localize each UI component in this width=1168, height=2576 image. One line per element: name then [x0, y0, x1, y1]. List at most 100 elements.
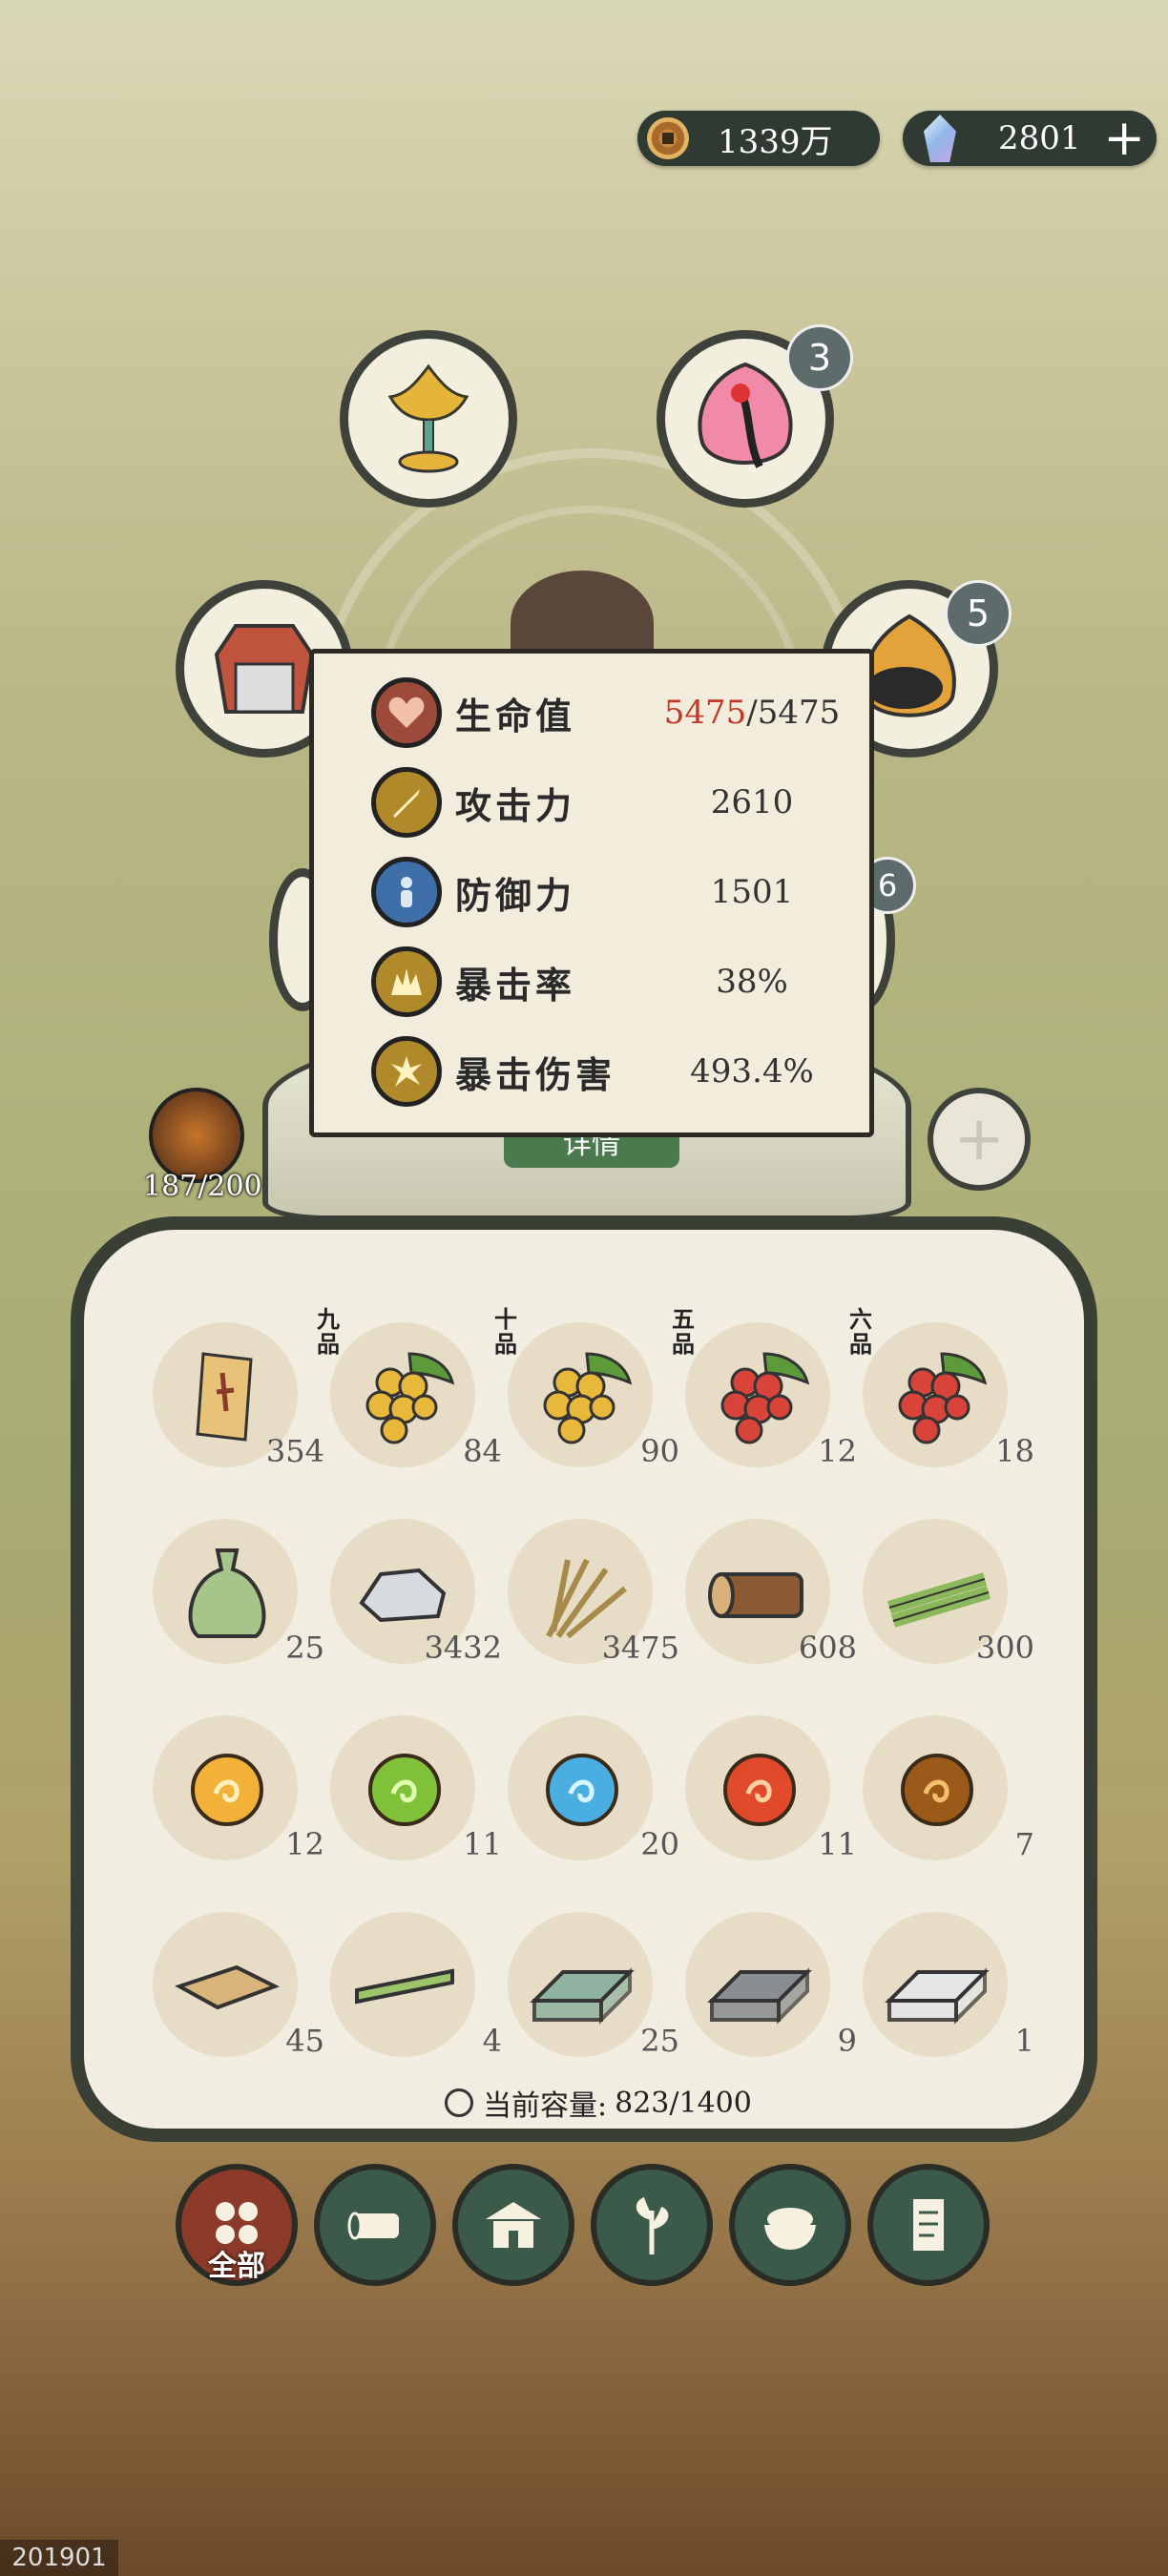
tab-herb-tab[interactable] [591, 2164, 713, 2286]
inventory-item[interactable]: 九品 84 [317, 1307, 502, 1473]
add-slot-button[interactable]: + [928, 1088, 1031, 1191]
iron-ingot-icon [683, 1910, 836, 2063]
capacity-indicator: 当前容量: 823/1400 [445, 2082, 752, 2124]
red-berries-icon [861, 1320, 1013, 1473]
inventory-item[interactable]: 3432 [328, 1517, 502, 1670]
item-count: 18 [995, 1433, 1034, 1469]
tab-wood-tab[interactable] [314, 2164, 436, 2286]
inventory-item[interactable]: 1 [861, 1910, 1034, 2063]
inventory-item[interactable]: 3475 [506, 1517, 679, 1670]
stat-label: 暴击伤害 [455, 1052, 616, 1096]
bamboo-plank-icon [328, 1910, 481, 2063]
scroll-tab-icon [900, 2192, 957, 2258]
tab-food-bowl-tab[interactable] [729, 2164, 851, 2286]
tab-label: 全部 [208, 2250, 265, 2283]
item-count: 3432 [424, 1630, 502, 1666]
slot-badge: 5 [945, 580, 1012, 647]
stat-row-hp: 生命值 5475/5475 [371, 675, 848, 751]
inventory-item[interactable]: 11 [328, 1714, 502, 1866]
defense-person-icon [371, 857, 442, 927]
stat-value: 38% [716, 963, 788, 1001]
coin-value: 1339万 [718, 122, 833, 161]
item-count: 11 [463, 1826, 502, 1862]
item-count: 25 [285, 1630, 324, 1666]
inventory-item[interactable]: 45 [151, 1910, 324, 2063]
crane-peach-icon [698, 362, 793, 468]
gem-counter: 2801 + [903, 110, 1157, 167]
stat-value: 1501 [710, 873, 794, 911]
stat-value: 2610 [710, 783, 794, 821]
stat-row-defense: 防御力 1501 [371, 854, 848, 930]
build-id: 201901 [0, 2540, 118, 2576]
inventory-item[interactable]: 12 [151, 1714, 324, 1866]
inventory-item[interactable]: 20 [506, 1714, 679, 1866]
inventory-item[interactable]: 五品 12 [672, 1307, 857, 1473]
item-count: 12 [818, 1433, 857, 1469]
stat-row-crit-rate: 暴击率 38% [371, 944, 848, 1020]
item-count: 84 [463, 1433, 502, 1469]
crystal-icon [924, 114, 956, 162]
seed-pouch-icon [151, 1517, 303, 1670]
item-grade: 五品 [672, 1305, 695, 1358]
slot-lotus-chalice[interactable] [340, 330, 517, 508]
inventory-item[interactable]: 354 [151, 1320, 324, 1473]
item-count: 12 [285, 1826, 324, 1862]
hp-max: /5475 [746, 694, 841, 732]
item-count: 45 [285, 2023, 324, 2059]
capacity-icon [445, 2088, 473, 2117]
inventory-item[interactable]: 7 [861, 1714, 1034, 1866]
capacity-value: 823/1400 [615, 2086, 752, 2120]
brown-orb-icon [861, 1714, 1013, 1866]
building-tab-icon [480, 2196, 547, 2254]
item-count: 354 [265, 1433, 324, 1469]
red-orb-icon [683, 1714, 836, 1866]
item-grade: 六品 [849, 1305, 872, 1358]
inventory-item[interactable]: 11 [683, 1714, 857, 1866]
copper-coin-icon [647, 117, 689, 159]
stat-row-crit-damage: 暴击伤害 493.4% [371, 1033, 848, 1110]
stat-label: 防御力 [455, 873, 576, 917]
item-count: 25 [640, 2023, 679, 2059]
inventory-item[interactable]: 六品 18 [849, 1307, 1034, 1473]
stat-row-attack: 攻击力 2610 [371, 764, 848, 841]
slot-badge: 3 [786, 324, 853, 391]
silver-ingot-icon [861, 1910, 1013, 2063]
inventory-item[interactable]: 4 [328, 1910, 502, 2063]
character-avatar[interactable] [149, 1088, 244, 1183]
tab-scroll-tab[interactable] [867, 2164, 990, 2286]
inventory-item[interactable]: 300 [861, 1517, 1034, 1670]
wood-plank-icon [151, 1910, 303, 2063]
jade-ingot-icon [506, 1910, 658, 2063]
armor-icon [214, 624, 315, 714]
item-count: 20 [640, 1826, 679, 1862]
gold-orb-icon [151, 1714, 303, 1866]
stat-label: 生命值 [455, 694, 576, 737]
heart-icon [371, 677, 442, 748]
green-orb-icon [328, 1714, 481, 1866]
item-count: 608 [798, 1630, 857, 1666]
tab-building-tab[interactable] [452, 2164, 574, 2286]
stat-label: 攻击力 [455, 783, 576, 827]
inventory-item[interactable]: 9 [683, 1910, 857, 2063]
inventory-item[interactable]: 608 [683, 1517, 857, 1670]
item-count: 90 [640, 1433, 679, 1469]
golden-berries-icon [506, 1320, 658, 1473]
blue-orb-icon [506, 1714, 658, 1866]
item-count: 9 [837, 2023, 857, 2059]
lotus-chalice-icon [387, 364, 469, 473]
item-grade: 九品 [317, 1305, 340, 1358]
item-grade: 十品 [494, 1305, 517, 1358]
inventory-item[interactable]: 25 [151, 1517, 324, 1670]
inventory-item[interactable]: 25 [506, 1910, 679, 2063]
wood-tab-icon [342, 2196, 408, 2254]
item-count: 3475 [601, 1630, 679, 1666]
crit-damage-icon [371, 1036, 442, 1107]
gem-value: 2801 [998, 119, 1081, 157]
inventory-item[interactable]: 十品 90 [494, 1307, 679, 1473]
stats-panel: 生命值 5475/5475 攻击力 2610 防御力 1501 暴击率 38% … [309, 649, 874, 1137]
item-count: 11 [818, 1826, 857, 1862]
add-gems-button[interactable]: + [1103, 110, 1145, 167]
hp-current: 5475 [663, 694, 747, 732]
tab-all-grid[interactable]: 全部 [176, 2164, 298, 2286]
stat-label: 暴击率 [455, 963, 576, 1007]
